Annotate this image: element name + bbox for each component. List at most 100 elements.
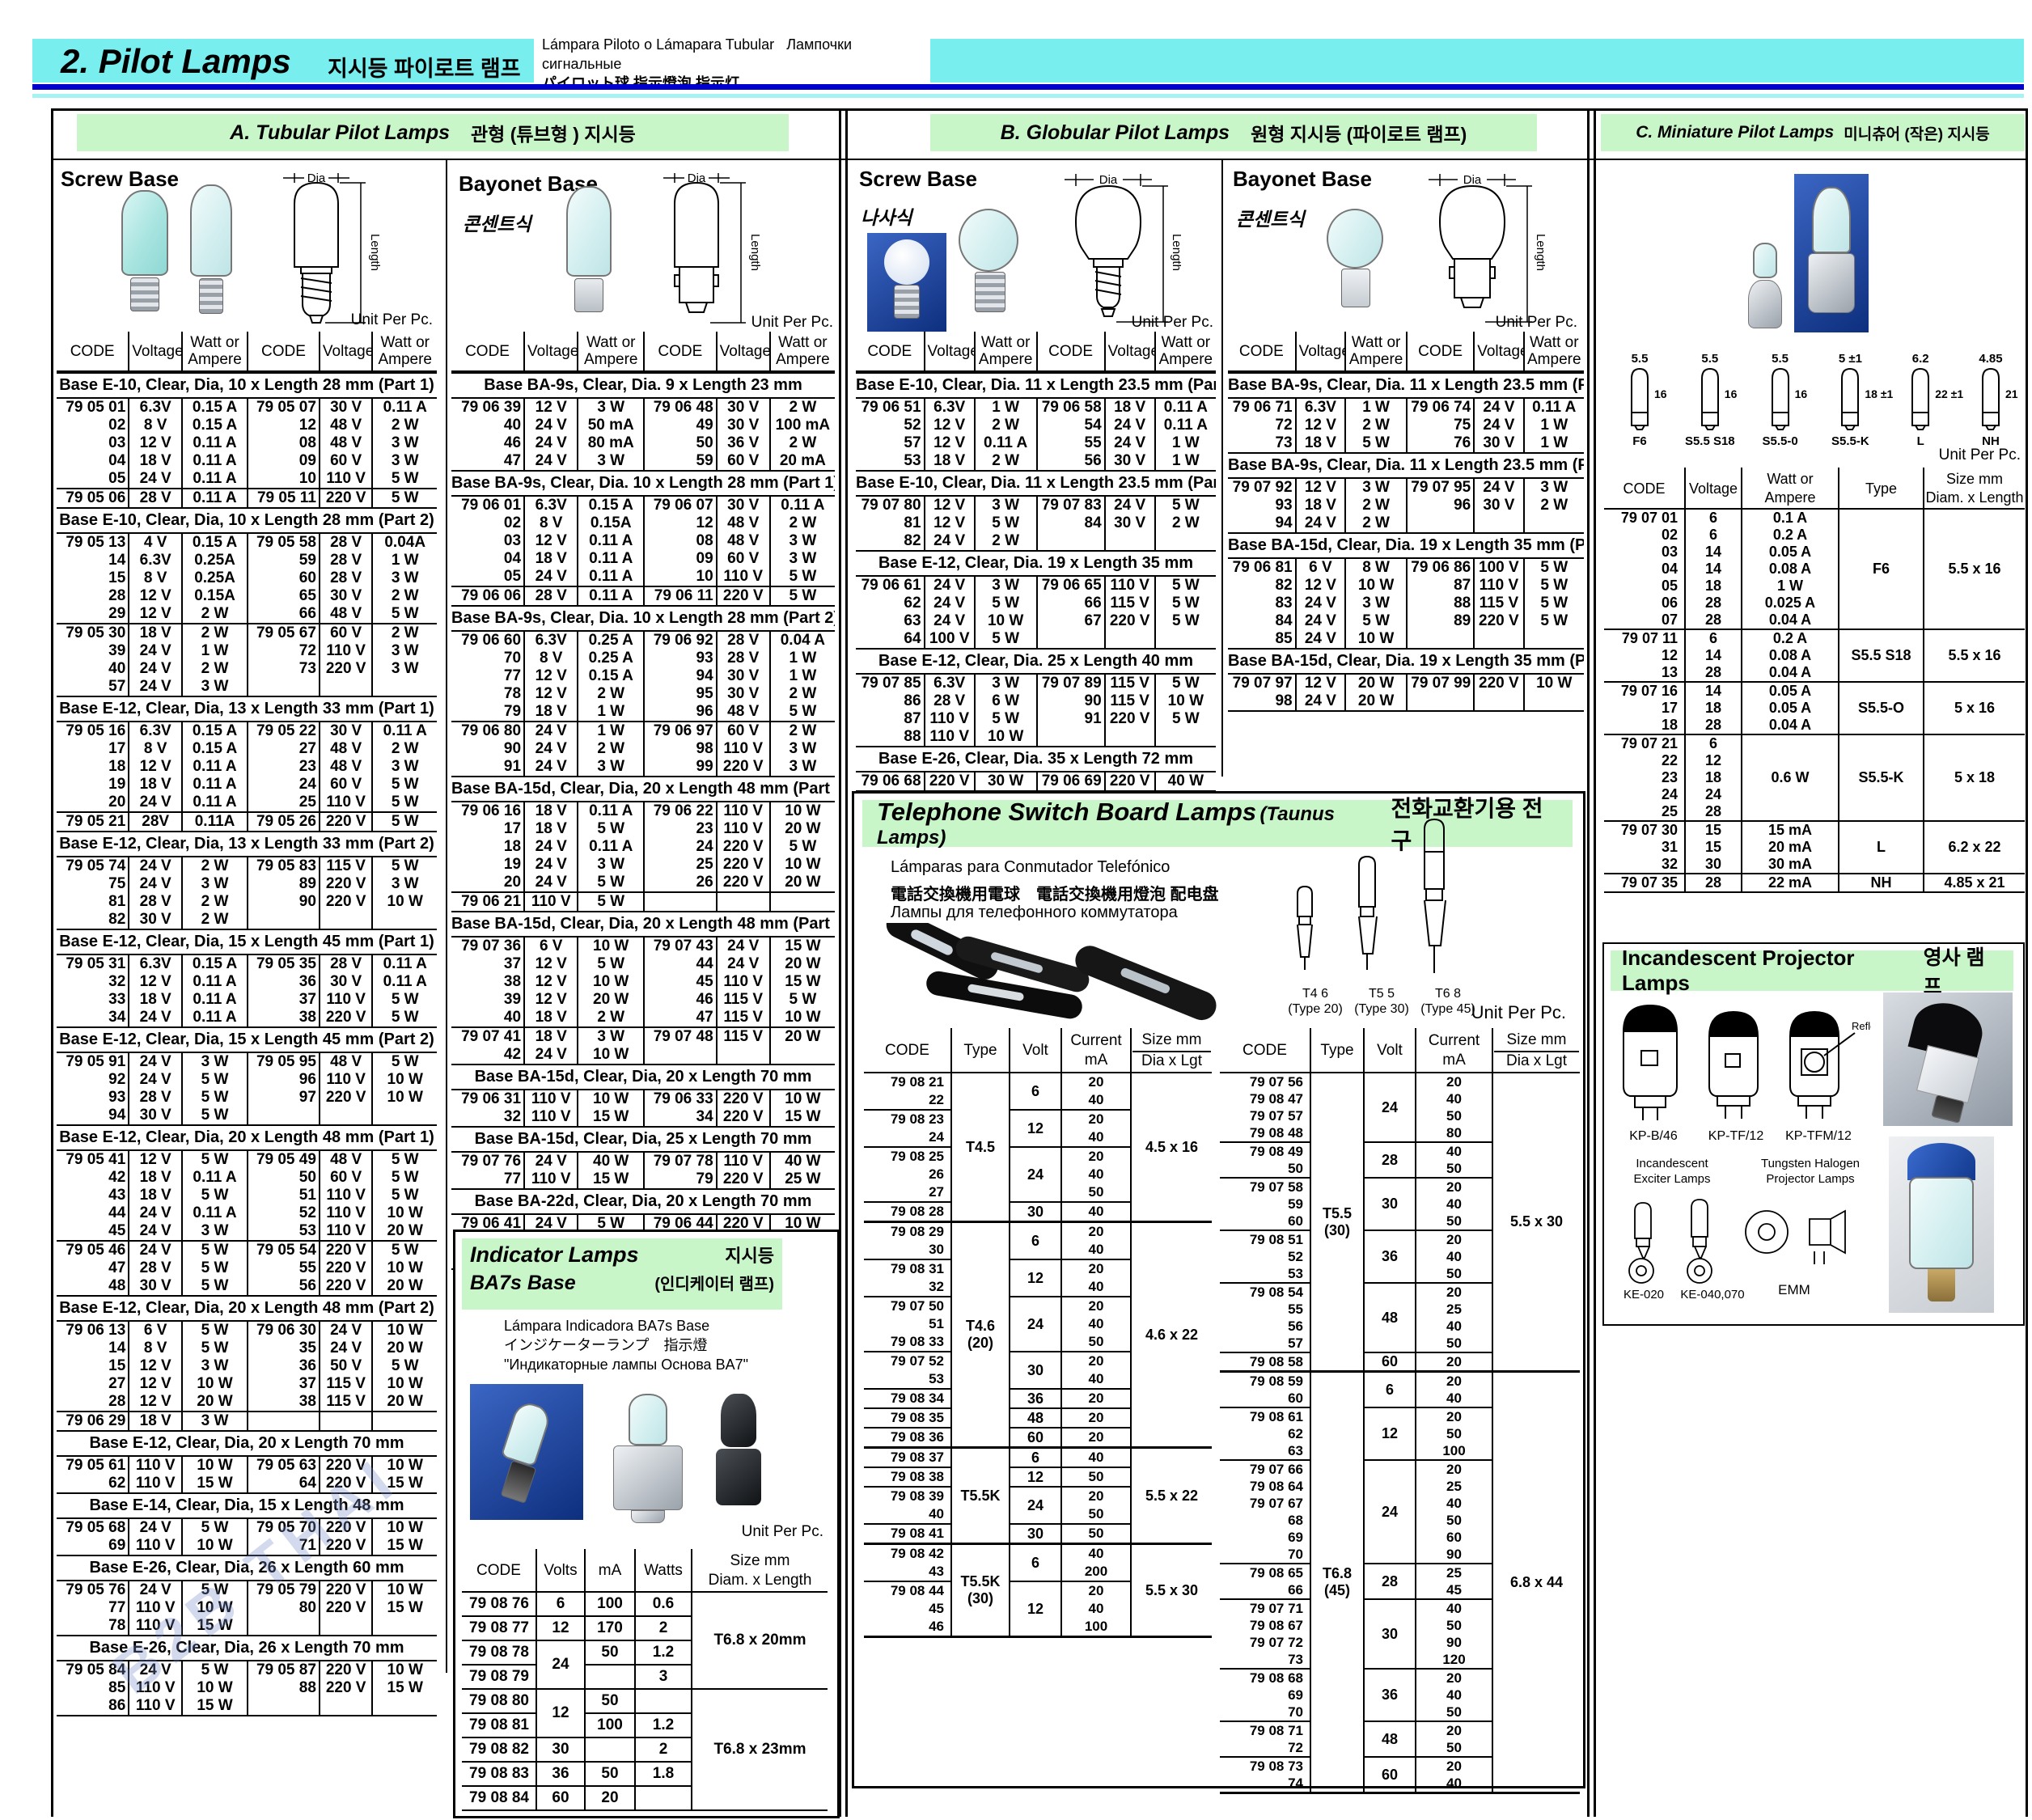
code-cell: 79 05 01 — [57, 399, 129, 417]
voltage-cell: 100 V — [1474, 559, 1523, 577]
b-globe-bulb-diagram: Dia Length — [1044, 171, 1181, 327]
watt-ampere-cell: 0.11 A — [182, 1204, 247, 1222]
watt-ampere-cell: 15 W — [770, 938, 835, 955]
watt-ampere-cell: 5 W — [372, 1053, 437, 1071]
current-cell: 20 — [1416, 1407, 1492, 1425]
code-cell — [1037, 630, 1105, 648]
code-cell: 40 — [864, 1505, 951, 1524]
voltage-cell: 28 V — [320, 955, 373, 973]
voltage-cell: 60 V — [717, 550, 770, 568]
voltage-cell: 24 V — [524, 758, 578, 776]
table-row: 7524 V3 W — [57, 875, 247, 893]
voltage-cell — [1474, 514, 1523, 532]
mini-bulb-outline — [1904, 366, 1937, 430]
watt-ampere-cell: 20 W — [770, 955, 835, 973]
voltage-cell: 30 V — [320, 722, 373, 740]
base-group-rows: 79 06 516.3V1 W5212 V2 W5712 V0.11 A5318… — [856, 399, 1216, 470]
table-row: 1812 V0.11 A — [57, 758, 247, 776]
merged-cell: 36 — [536, 1762, 585, 1786]
code-cell: 46 — [451, 434, 524, 452]
watt-ampere-cell: 20 W — [770, 874, 835, 892]
watt-ampere-cell: 20 W — [372, 1222, 437, 1241]
value-cell: 28 — [1685, 595, 1742, 612]
watt-ampere-cell: 0.11 A — [182, 434, 247, 452]
a-subcolumn-divider — [446, 160, 447, 1673]
size-cell: 6.8 x 44 — [1492, 1372, 1580, 1793]
voltage-cell: 110 V — [717, 740, 770, 758]
watt-ampere-cell: 1 W — [975, 399, 1036, 417]
voltage-cell: 12 V — [129, 973, 182, 991]
code-cell: 73 — [1220, 1651, 1310, 1669]
current-cell: 120 — [1416, 1651, 1492, 1669]
base-group-rows: 79 05 134 V0.15 A146.3V0.25A158 V0.25A28… — [57, 534, 437, 696]
size-cell: 5.5 x 22 — [1131, 1448, 1212, 1544]
watt-ampere-cell: 0.11 A — [1155, 417, 1216, 434]
watt-ampere-cell: 5 W — [182, 1151, 247, 1169]
current-cell: 20 — [1061, 1352, 1131, 1370]
voltage-cell: 6.3V — [925, 399, 975, 417]
pair-table-half: 79 06 68220 V30 W — [856, 772, 1036, 790]
current-cell: 20 — [1416, 1178, 1492, 1196]
voltage-cell — [320, 678, 373, 696]
code-cell: 12 — [1604, 647, 1685, 664]
watt-ampere-cell: 2 W — [182, 660, 247, 678]
watt-ampere-cell: 5 W — [1155, 612, 1216, 630]
merged-cell: 60 — [536, 1786, 585, 1810]
value-cell: 6 — [1685, 509, 1742, 527]
base-group-rows: 79 05 7424 V2 W7524 V3 W8128 V2 W8230 V2… — [57, 857, 437, 929]
watt-ampere-cell — [372, 1107, 437, 1124]
current-cell: 50 — [1416, 1160, 1492, 1178]
code-cell: 79 07 01 — [1604, 509, 1685, 527]
code-cell: 46 — [644, 991, 717, 1009]
pair-table-half: 79 05 83115 V5 W89220 V3 W90220 V10 W — [247, 857, 437, 929]
voltage-cell: 24 V — [129, 642, 182, 660]
watt-ampere-cell: 0.11 A — [372, 722, 437, 740]
code-cell: 53 — [248, 1222, 320, 1241]
code-cell: 24 — [644, 838, 717, 856]
table-row: 77110 V15 W — [451, 1170, 643, 1188]
code-cell: 79 08 35 — [864, 1408, 951, 1428]
watt-ampere-cell: 1 W — [1524, 434, 1584, 452]
watt-ampere-cell: 5 W — [182, 1107, 247, 1124]
merged-cell: 6.2 x 22 — [1924, 821, 2025, 874]
value-cell: 100 — [585, 1713, 635, 1737]
value-cell: 12 — [1685, 752, 1742, 769]
voltage-cell: 110 V — [524, 1090, 578, 1108]
watt-ampere-cell: 2 W — [372, 624, 437, 642]
code-cell: 79 06 74 — [1407, 399, 1474, 417]
table-row — [248, 1617, 437, 1635]
voltage-cell: 115 V — [320, 1393, 373, 1412]
base-group-header: Base E-12, Clear, Dia, 15 x Length 45 mm… — [57, 1026, 437, 1053]
watt-ampere-cell: 5 W — [372, 605, 437, 624]
voltage-cell: 12 V — [129, 1151, 182, 1169]
merged-cell: 5 x 16 — [1924, 682, 2025, 734]
watt-ampere-cell: 3 W — [975, 577, 1036, 595]
pair-table-half: 79 05 4112 V5 W4218 V0.11 A4318 V5 W4424… — [57, 1151, 247, 1295]
code-cell: 32 — [864, 1278, 951, 1297]
pair-table-half: 79 06 6124 V3 W6224 V5 W6324 V10 W64100 … — [856, 577, 1036, 648]
table-row: 2024 V5 W — [451, 874, 643, 892]
code-cell: 22 — [864, 1091, 951, 1110]
table-row: 7630 V1 W — [1407, 434, 1584, 452]
table-row: 3924 V1 W — [57, 642, 247, 660]
current-cell: 80 — [1416, 1124, 1492, 1142]
base-group-header: Base E-26, Clear, Dia. 35 x Length 72 mm — [856, 746, 1216, 772]
code-cell: 73 — [248, 660, 320, 678]
voltage-cell: 6.3V — [524, 497, 578, 514]
watt-ampere-cell: 3 W — [578, 758, 643, 776]
voltage-cell: 220 V — [717, 586, 770, 605]
watt-ampere-cell: 1 W — [578, 722, 643, 740]
type-cell: T4.6(20) — [951, 1222, 1010, 1448]
watt-ampere-cell: 5 W — [1524, 612, 1584, 630]
telephone-unit-label: Unit Per Pc. — [1412, 1002, 1566, 1023]
telephone-sub-spanish: Lámparas para Conmutador Telefónico — [891, 858, 1170, 877]
code-cell: 09 — [248, 452, 320, 470]
table-row: 0524 V0.11 A — [451, 568, 643, 586]
table-row: 79 05 54220 V5 W — [248, 1241, 437, 1259]
watt-ampere-cell: 2 W — [770, 722, 835, 740]
merged-cell: 0.2 A — [1742, 527, 1839, 544]
volt-cell: 36 — [1364, 1230, 1416, 1283]
voltage-cell — [1105, 532, 1155, 550]
volt-cell: 24 — [1010, 1487, 1061, 1524]
table-row: 69110 V10 W — [57, 1537, 247, 1555]
